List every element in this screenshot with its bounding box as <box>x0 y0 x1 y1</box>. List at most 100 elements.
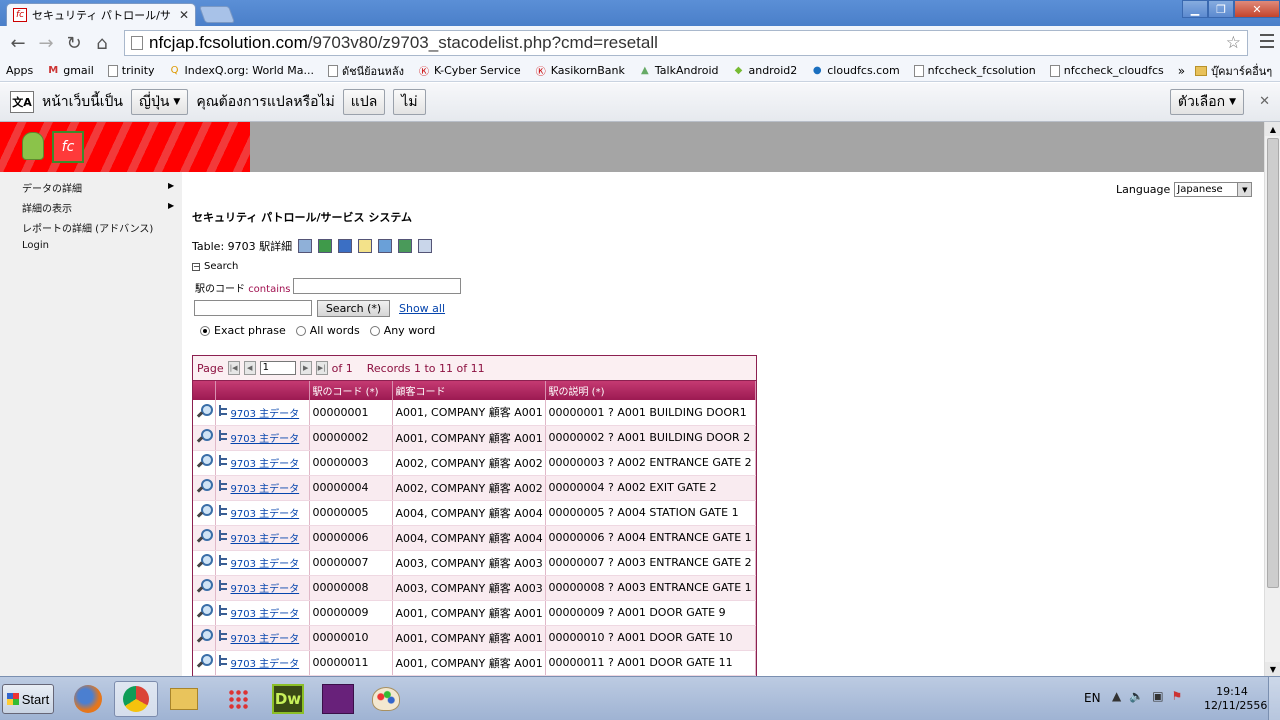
sidebar-item-login[interactable]: Login <box>22 240 49 251</box>
master-data-link[interactable]: 9703 主データ <box>231 484 300 495</box>
sidebar-item-view-details[interactable]: 詳細の表示 <box>22 200 72 215</box>
first-page-button[interactable]: |◀ <box>227 361 240 375</box>
master-data-link[interactable]: 9703 主データ <box>231 459 300 470</box>
bookmark-thai-index[interactable]: ดัชนีย้อนหลัง <box>327 62 404 80</box>
tab-close-icon[interactable]: ✕ <box>179 8 189 22</box>
bookmark-talkandroid[interactable]: ▲ TalkAndroid <box>639 64 718 77</box>
language-select[interactable]: Japanese ▼ <box>1174 182 1253 197</box>
export-pdf-icon[interactable] <box>418 239 433 253</box>
show-desktop-button[interactable] <box>1268 677 1280 720</box>
scroll-up-arrow[interactable]: ▲ <box>1265 122 1280 136</box>
url-text[interactable]: nfcjap.fcsolution.com/9703v80/z9703_stac… <box>149 33 658 53</box>
page-number-input[interactable]: 1 <box>259 361 296 375</box>
chrome-menu-icon[interactable] <box>1260 34 1274 48</box>
bookmark-cloudfcs[interactable]: ● cloudfcs.com <box>811 64 900 77</box>
export-xml-icon[interactable] <box>378 239 393 253</box>
apps-icon[interactable] <box>216 681 260 717</box>
bookmark-apps[interactable]: Apps <box>6 64 204 305</box>
bookmarks-overflow-button[interactable]: » <box>1178 64 1185 78</box>
bookmark-indexq[interactable]: Q IndexQ.org: World Ma... <box>169 64 314 77</box>
sidebar-item-report-advanced[interactable]: レポートの詳細 (アドバンス) <box>22 220 153 235</box>
master-data-link[interactable]: 9703 主データ <box>231 659 300 670</box>
radio-all-words[interactable]: All words <box>295 324 360 337</box>
volume-icon[interactable]: 🔈 <box>1129 689 1144 703</box>
master-data-link[interactable]: 9703 主データ <box>231 509 300 520</box>
close-window-button[interactable]: ✕ <box>1234 0 1280 18</box>
magnifier-icon[interactable] <box>196 628 213 644</box>
master-data-link[interactable]: 9703 主データ <box>231 584 300 595</box>
search-button[interactable]: Search (*) <box>317 300 390 317</box>
last-page-button[interactable]: ▶| <box>315 361 328 375</box>
input-language[interactable]: EN <box>1084 691 1101 705</box>
master-data-link[interactable]: 9703 主データ <box>231 409 300 420</box>
radio-exact-phrase[interactable]: Exact phrase <box>200 324 286 337</box>
export-html-icon[interactable] <box>358 239 373 253</box>
bookmark-kasikorn[interactable]: Ⓚ KasikornBank <box>535 64 625 78</box>
back-button[interactable]: ← <box>4 29 32 57</box>
scroll-down-arrow[interactable]: ▼ <box>1265 662 1280 676</box>
sidebar-item-data-details[interactable]: データの詳細 <box>22 180 82 195</box>
next-page-button[interactable]: ▶ <box>299 361 312 375</box>
master-data-link[interactable]: 9703 主データ <box>231 559 300 570</box>
firefox-icon[interactable] <box>66 681 110 717</box>
visual-studio-icon[interactable] <box>316 681 360 717</box>
tray-expand-icon[interactable]: ▲ <box>1112 689 1121 703</box>
minimize-button[interactable]: ▁ <box>1182 0 1208 18</box>
new-tab-button[interactable] <box>198 6 236 23</box>
magnifier-icon[interactable] <box>196 428 213 444</box>
magnifier-icon[interactable] <box>196 528 213 544</box>
magnifier-icon[interactable] <box>196 653 213 669</box>
search-toggle[interactable]: − Search <box>192 261 238 272</box>
field-search-input[interactable] <box>293 278 461 294</box>
other-bookmarks-folder[interactable]: บุ๊คมาร์คอื่นๆ <box>1195 62 1272 80</box>
forward-button[interactable]: → <box>32 29 60 57</box>
basic-search-input[interactable] <box>194 300 312 316</box>
magnifier-icon[interactable] <box>196 478 213 494</box>
bookmark-android2[interactable]: ◆ android2 <box>732 64 798 77</box>
action-center-icon[interactable]: ⚑ <box>1172 689 1183 703</box>
master-data-link[interactable]: 9703 主データ <box>231 534 300 545</box>
close-translate-bar-icon[interactable]: ✕ <box>1259 94 1270 109</box>
master-data-link[interactable]: 9703 主データ <box>231 634 300 645</box>
bookmark-gmail[interactable]: Mgmail <box>47 64 94 77</box>
dreamweaver-icon[interactable]: Dw <box>266 681 310 717</box>
address-bar[interactable]: nfcjap.fcsolution.com/9703v80/z9703_stac… <box>124 30 1248 56</box>
show-all-link[interactable]: Show all <box>399 302 445 315</box>
radio-any-word[interactable]: Any word <box>369 324 435 337</box>
start-button[interactable]: Start <box>2 684 54 714</box>
chrome-icon[interactable] <box>114 681 158 717</box>
magnifier-icon[interactable] <box>196 453 213 469</box>
translate-options-button[interactable]: ตัวเลือก ▼ <box>1169 89 1244 115</box>
header-customer-code[interactable]: 顧客コード <box>392 381 546 400</box>
header-station-desc[interactable]: 駅の説明 (*) <box>545 381 756 400</box>
bookmark-trinity[interactable]: trinity <box>107 64 155 77</box>
prev-page-button[interactable]: ◀ <box>243 361 256 375</box>
scroll-thumb[interactable] <box>1267 138 1279 588</box>
browser-tab[interactable]: fc セキュリティ パトロール/サ ✕ <box>6 3 196 26</box>
dont-translate-button[interactable]: ไม่ <box>393 89 426 115</box>
header-station-code[interactable]: 駅のコード (*) <box>309 381 393 400</box>
network-icon[interactable]: ▣ <box>1152 689 1163 703</box>
bookmark-star-icon[interactable]: ☆ <box>1226 33 1241 53</box>
page-scrollbar[interactable]: ▲ ▼ <box>1264 122 1280 676</box>
paint-icon[interactable] <box>364 681 408 717</box>
translate-language-select[interactable]: ญี่ปุ่น ▼ <box>131 89 189 115</box>
export-csv-icon[interactable] <box>398 239 413 253</box>
magnifier-icon[interactable] <box>196 503 213 519</box>
reload-button[interactable]: ↻ <box>60 29 88 57</box>
master-data-link[interactable]: 9703 主データ <box>231 609 300 620</box>
export-word-icon[interactable] <box>338 239 353 253</box>
translate-button[interactable]: แปล <box>342 89 386 115</box>
export-excel-icon[interactable] <box>318 239 333 253</box>
maximize-button[interactable]: ❐ <box>1208 0 1234 18</box>
master-data-link[interactable]: 9703 主データ <box>231 434 300 445</box>
magnifier-icon[interactable] <box>196 578 213 594</box>
explorer-icon[interactable] <box>162 681 206 717</box>
bookmark-nfccheck-fcsolution[interactable]: nfccheck_fcsolution <box>913 64 1036 77</box>
magnifier-icon[interactable] <box>196 553 213 569</box>
bookmark-k-cyber[interactable]: Ⓚ K-Cyber Service <box>418 64 521 78</box>
home-button[interactable]: ⌂ <box>88 29 116 57</box>
magnifier-icon[interactable] <box>196 403 213 419</box>
system-clock[interactable]: 19:14 12/11/2556 <box>1204 685 1267 713</box>
magnifier-icon[interactable] <box>196 603 213 619</box>
